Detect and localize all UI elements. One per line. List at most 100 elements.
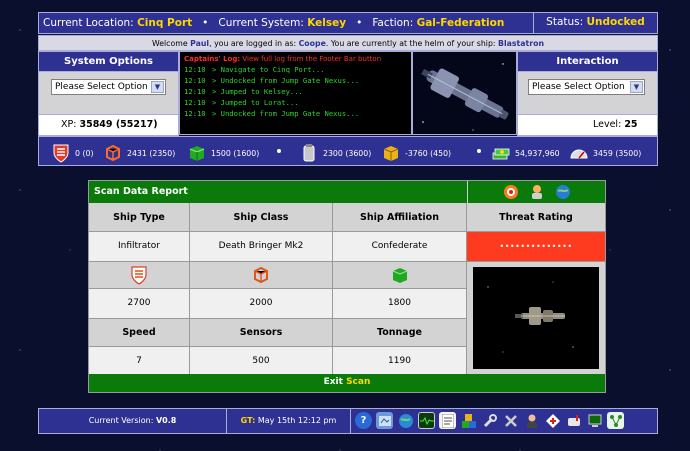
shields-resource: 0 (0)	[51, 143, 93, 163]
location-info: Current Location: Cinq Port • Current Sy…	[43, 17, 505, 29]
exit-scan-button[interactable]: Exit Scan	[89, 374, 605, 392]
hull-stat-value: 2000	[190, 289, 333, 319]
log-entry: 12:10 > Jumped to Lorat...	[184, 98, 407, 109]
shield-icon	[131, 266, 147, 285]
green-cube-icon	[392, 268, 407, 283]
notes-icon[interactable]	[439, 412, 456, 429]
current-system: Kelsey	[307, 17, 347, 29]
shield-stat-value: 2700	[89, 289, 190, 319]
log-entry-time: 12:10	[184, 109, 206, 118]
xp-display: XP: 35849 (55217)	[38, 114, 179, 136]
scan-title: Scan Data Report	[89, 181, 467, 203]
log-entry-time: 12:10	[184, 65, 206, 74]
log-entry: 12:10 > Jumped to Kelsey...	[184, 87, 407, 98]
target-icon[interactable]	[503, 184, 519, 200]
col-header-tonnage: Tonnage	[333, 319, 467, 347]
log-entry-time: 12:10	[184, 76, 206, 85]
captains-log[interactable]: Captains' Log: View full log from the Fo…	[179, 51, 412, 135]
structure-resource: 2431 (2350)	[103, 143, 175, 163]
user-name: Paul	[190, 39, 210, 48]
map-icon[interactable]	[376, 412, 393, 429]
speedometer-icon	[570, 149, 588, 159]
log-title: Captains' Log: View full log from the Fo…	[184, 55, 382, 63]
monitor-icon[interactable]	[418, 412, 435, 429]
interaction-title: Interaction	[517, 51, 658, 72]
system-options-title: System Options	[38, 51, 179, 72]
shield-stat-icon-cell	[89, 262, 190, 289]
network-icon[interactable]	[607, 412, 624, 429]
globe-icon[interactable]	[397, 412, 414, 429]
ship-type-value: Infiltrator	[89, 232, 190, 262]
log-entry-text: > Undocked from Jump Gate Nexus...	[212, 109, 360, 118]
hull-stat-icon-cell	[190, 262, 333, 289]
ship-affiliation-value: Confederate	[333, 232, 467, 262]
speed-value: 7	[89, 347, 190, 375]
col-header-ship-type: Ship Type	[89, 203, 190, 232]
top-status-bar: Current Location: Cinq Port • Current Sy…	[38, 12, 658, 34]
gold-crate-icon	[383, 146, 399, 161]
footer-bar: Current Version: V0.8 GT: May 15th 12:12…	[38, 408, 658, 434]
scanned-ship-image-cell	[467, 262, 605, 375]
chevron-down-icon: ▼	[630, 81, 643, 93]
login-name: Coope	[298, 39, 326, 48]
resources-bar: 0 (0) 2431 (2350) 1500 (1600) 2300 (3600…	[38, 136, 658, 166]
computer-icon[interactable]	[586, 412, 603, 429]
system-options-select[interactable]: Please Select Option ▼	[51, 79, 166, 95]
medic-icon[interactable]	[544, 412, 561, 429]
col-header-ship-affiliation: Ship Affiliation	[333, 203, 467, 232]
interaction-select[interactable]: Please Select Option ▼	[528, 79, 645, 95]
mailbox-icon[interactable]	[565, 412, 582, 429]
log-entry: 12:10 > Undocked from Jump Gate Nexus...	[184, 109, 407, 120]
cargo-stat-icon-cell	[333, 262, 467, 289]
help-icon[interactable]: ?	[355, 412, 372, 429]
log-entry: 12:10 > Navigate to Cinq Port...	[184, 65, 407, 76]
log-entry-text: > Undocked from Jump Gate Nexus...	[212, 76, 360, 85]
fuel-resource: 2300 (3600)	[299, 143, 371, 163]
col-header-threat-rating: Threat Rating	[467, 203, 605, 232]
welcome-bar: Welcome Paul, you are logged in as: Coop…	[38, 35, 658, 51]
log-entry: 12:10 > Undocked from Jump Gate Nexus...	[184, 76, 407, 87]
chevron-down-icon: ▼	[151, 81, 164, 93]
pilot-icon[interactable]	[529, 184, 545, 200]
green-cube-icon	[189, 146, 205, 161]
level-display: Level: 25	[517, 114, 658, 136]
col-header-speed: Speed	[89, 319, 190, 347]
ship-class-value: Death Bringer Mk2	[190, 232, 333, 262]
log-entry-text: > Navigate to Cinq Port...	[212, 65, 325, 74]
money-stack-icon	[492, 148, 510, 160]
log-entry-text: > Jumped to Lorat...	[212, 98, 299, 107]
tools-icon[interactable]	[502, 412, 519, 429]
sensors-value: 500	[190, 347, 333, 375]
status-value: Undocked	[586, 16, 645, 28]
log-entry-time: 12:10	[184, 87, 206, 96]
scanned-ship-image	[473, 267, 599, 369]
game-time: GT: May 15th 12:12 pm	[227, 409, 351, 433]
cubes-icon[interactable]	[460, 412, 477, 429]
pilot-icon[interactable]	[523, 412, 540, 429]
credits-resource: 54,937,960	[491, 143, 560, 163]
crates-resource: -3760 (450)	[381, 143, 451, 163]
current-location: Cinq Port	[137, 17, 193, 29]
threat-rating-value: ••••••••••••••	[467, 232, 605, 262]
faction: Gal-Federation	[416, 17, 505, 29]
hull-frame-icon	[106, 144, 120, 162]
ship-image	[412, 51, 517, 135]
planet-icon[interactable]	[555, 184, 571, 200]
version-info: Current Version: V0.8	[39, 409, 227, 433]
cargo-stat-value: 1800	[333, 289, 467, 319]
fuel-canister-icon	[303, 144, 315, 162]
status-indicator: Status: Undocked	[533, 13, 657, 33]
speed-resource: 3459 (3500)	[569, 143, 641, 163]
ship-name: Blastatron	[498, 39, 545, 48]
scan-data-report: Scan Data Report Ship Type Ship Class Sh…	[88, 180, 606, 393]
wrench-icon[interactable]	[481, 412, 498, 429]
tonnage-value: 1190	[333, 347, 467, 375]
hull-frame-icon	[254, 266, 268, 284]
footer-toolbar: ?	[355, 412, 624, 429]
shield-icon	[53, 144, 69, 163]
log-entry-text: > Jumped to Kelsey...	[212, 87, 303, 96]
scan-toolbar	[467, 181, 605, 203]
col-header-sensors: Sensors	[190, 319, 333, 347]
log-entry-time: 12:10	[184, 98, 206, 107]
col-header-ship-class: Ship Class	[190, 203, 333, 232]
